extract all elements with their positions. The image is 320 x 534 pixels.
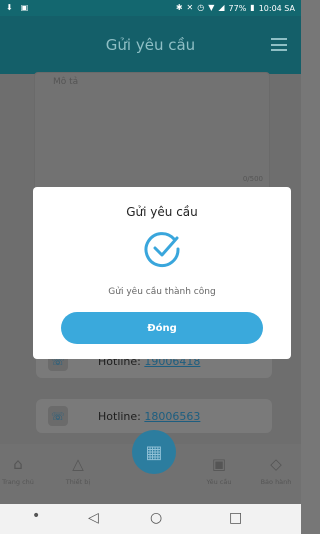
dialog-message: Gửi yêu cầu thành công	[108, 287, 216, 297]
app-header: Gửi yêu cầu	[0, 16, 301, 74]
bluetooth-icon: ✱	[175, 3, 183, 12]
description-field[interactable]: Mô tả 0/500	[34, 72, 270, 192]
nav-item-device[interactable]: △ Thiết bị	[52, 454, 104, 486]
recents-icon[interactable]: □	[229, 510, 242, 526]
download-icon: ⬇	[6, 3, 13, 12]
nav-item-home[interactable]: ⌂ Trang chủ	[0, 454, 44, 486]
back-icon[interactable]: ◁	[88, 510, 99, 526]
phone-icon: ☏	[48, 406, 68, 426]
bottom-nav: ⌂ Trang chủ △ Thiết bị ▦ ▣ Yêu cầu ◇ Bảo…	[0, 430, 302, 504]
nav-label: Thiết bị	[65, 478, 91, 486]
home-icon: ⌂	[13, 455, 23, 473]
wifi-icon: ▼	[208, 3, 215, 12]
check-circle-icon	[144, 232, 180, 268]
signal-icon: ◢	[218, 3, 225, 12]
page-title: Gửi yêu cầu	[105, 36, 196, 54]
device-icon: △	[72, 455, 84, 473]
battery-icon: ▮	[250, 3, 255, 12]
char-counter: 0/500	[242, 175, 263, 183]
nav-label: Bảo hành	[260, 478, 292, 486]
status-bar: ⬇ ▣ ✱ ✕ ◷ ▼ ◢ 77% ▮ 10:04 SA	[0, 0, 301, 16]
close-button[interactable]: Đóng	[61, 312, 263, 344]
menu-icon[interactable]	[271, 38, 287, 51]
mute-icon: ✕	[186, 3, 194, 12]
hotline-text: Hotline: 18006563	[98, 410, 200, 423]
image-icon: ▣	[20, 3, 29, 12]
dot-icon[interactable]: •	[32, 508, 40, 524]
alarm-icon: ◷	[197, 3, 205, 12]
status-time: 10:04 SA	[258, 3, 295, 13]
nav-item-warranty[interactable]: ◇ Bảo hành	[250, 454, 302, 486]
hotline-label: Hotline:	[98, 409, 141, 423]
description-label: Mô tả	[53, 77, 79, 87]
qr-scan-button[interactable]: ▦	[132, 430, 176, 474]
system-nav-bar: • ◁ ○ □	[0, 504, 301, 534]
success-dialog: Gửi yêu cầu Gửi yêu cầu thành công Đóng	[33, 187, 291, 359]
battery-percent: 77%	[228, 3, 247, 13]
request-icon: ▣	[211, 455, 227, 473]
nav-label: Trang chủ	[2, 478, 34, 486]
qr-scan-icon: ▦	[145, 441, 163, 463]
nav-label: Yêu cầu	[206, 478, 232, 486]
home-circle-icon[interactable]: ○	[150, 510, 162, 526]
dialog-title: Gửi yêu cầu	[126, 205, 198, 219]
hotline-number[interactable]: 18006563	[144, 410, 200, 423]
nav-item-request[interactable]: ▣ Yêu cầu	[193, 454, 245, 486]
warranty-icon: ◇	[270, 455, 282, 473]
hotline-card[interactable]: ☏ Hotline: 18006563	[36, 399, 272, 433]
